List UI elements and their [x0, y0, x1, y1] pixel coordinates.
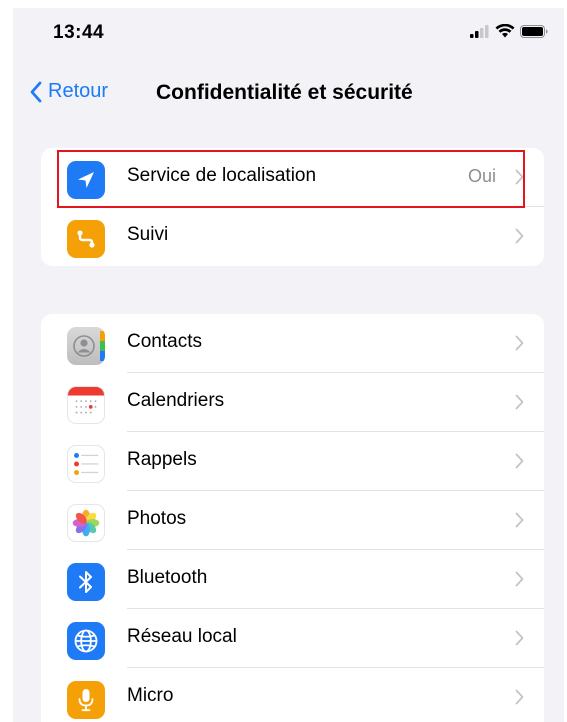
- cellular-signal-icon: [470, 24, 490, 43]
- page-title: Confidentialité et sécurité: [156, 81, 413, 104]
- microphone-row[interactable]: Micro: [41, 668, 544, 722]
- chevron-right-icon: [515, 630, 524, 646]
- tracking-icon: [67, 220, 105, 258]
- row-label: Photos: [127, 508, 187, 529]
- chevron-right-icon: [515, 335, 524, 351]
- row-label: Contacts: [127, 331, 202, 352]
- bluetooth-icon: [67, 563, 105, 601]
- row-label: Calendriers: [127, 390, 225, 411]
- back-label: Retour: [48, 80, 109, 102]
- back-button[interactable]: Retour: [29, 80, 108, 103]
- calendar-icon: [67, 386, 105, 424]
- chevron-right-icon: [515, 453, 524, 469]
- status-time: 13:44: [53, 22, 105, 43]
- chevron-right-icon: [515, 689, 524, 705]
- location-arrow-icon: [67, 161, 105, 199]
- battery-icon: [520, 24, 548, 43]
- chevron-right-icon: [515, 228, 524, 244]
- row-label: Micro: [127, 685, 174, 706]
- wifi-icon: [495, 23, 515, 43]
- chevron-right-icon: [515, 512, 524, 528]
- row-label: Réseau local: [127, 626, 237, 647]
- settings-group-primary: Service de localisation Oui Suivi: [41, 148, 544, 266]
- settings-group-apps: Contacts Calendriers Rappels Photos Blue…: [41, 314, 544, 722]
- chevron-right-icon: [515, 169, 524, 185]
- row-label: Service de localisation: [127, 165, 317, 186]
- settings-screen: 13:44 Retour Confidentialité et sécurité…: [13, 8, 564, 722]
- reminders-icon: [67, 445, 105, 483]
- location-services-row[interactable]: Service de localisation Oui: [41, 148, 544, 207]
- status-bar: 13:44: [13, 8, 564, 58]
- photos-icon: [67, 504, 105, 542]
- reminders-row[interactable]: Rappels: [41, 432, 544, 491]
- calendars-row[interactable]: Calendriers: [41, 373, 544, 432]
- microphone-icon: [67, 681, 105, 719]
- row-label: Rappels: [127, 449, 197, 470]
- photos-row[interactable]: Photos: [41, 491, 544, 550]
- row-label: Bluetooth: [127, 567, 208, 588]
- row-label: Suivi: [127, 224, 169, 245]
- chevron-right-icon: [515, 571, 524, 587]
- contacts-row[interactable]: Contacts: [41, 314, 544, 373]
- row-value: Oui: [467, 166, 496, 186]
- globe-icon: [67, 622, 105, 660]
- chevron-right-icon: [515, 394, 524, 410]
- navigation-bar: Retour Confidentialité et sécurité: [13, 76, 564, 116]
- status-icons: [470, 23, 548, 43]
- contacts-icon: [67, 327, 105, 365]
- tracking-row[interactable]: Suivi: [41, 207, 544, 266]
- local-network-row[interactable]: Réseau local: [41, 609, 544, 668]
- chevron-left-icon: [30, 81, 42, 102]
- bluetooth-row[interactable]: Bluetooth: [41, 550, 544, 609]
